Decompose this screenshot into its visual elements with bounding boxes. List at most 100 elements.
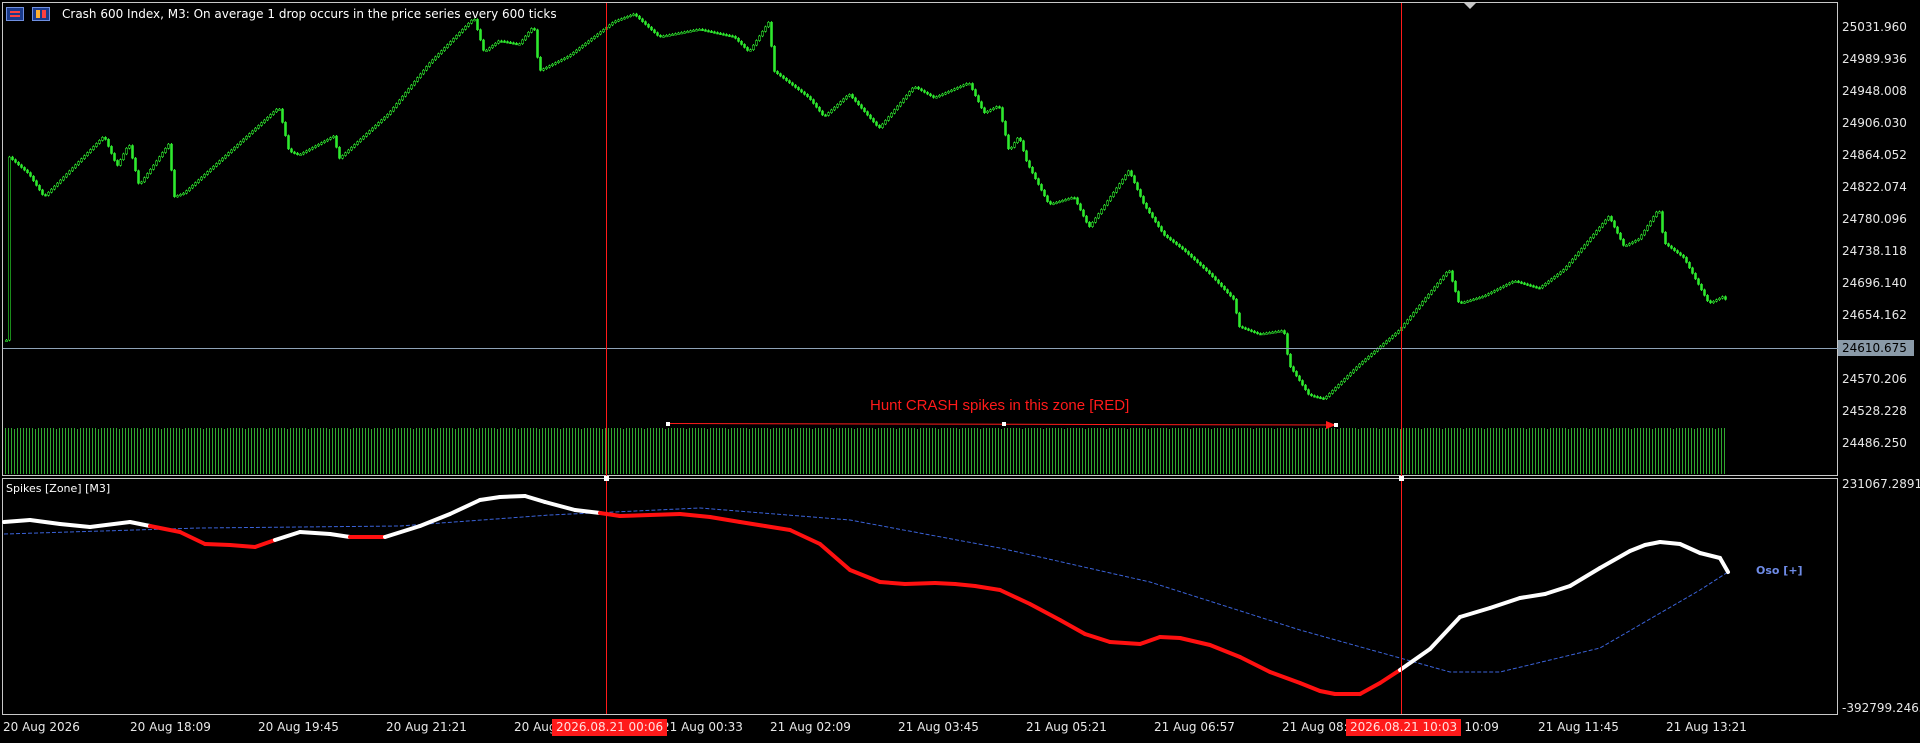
candle-body bbox=[338, 146, 341, 159]
candle-body bbox=[326, 139, 329, 142]
oscillator-legend: Oso [+] bbox=[1756, 564, 1803, 577]
trading-chart[interactable] bbox=[0, 0, 1920, 743]
candle-body bbox=[1583, 244, 1586, 249]
candle-body bbox=[860, 104, 863, 109]
candle-body bbox=[854, 97, 857, 102]
candle-body bbox=[236, 144, 239, 148]
candle-body bbox=[521, 39, 524, 45]
candle-body bbox=[677, 32, 680, 35]
candle-body bbox=[1676, 250, 1679, 254]
candle-body bbox=[239, 141, 242, 145]
candle-body bbox=[1466, 300, 1469, 303]
candle-body bbox=[851, 94, 854, 99]
candle-body bbox=[1535, 286, 1538, 289]
candle-body bbox=[1640, 234, 1643, 240]
candle-body bbox=[323, 140, 326, 143]
oscillator-segment bbox=[1658, 540, 1682, 546]
candle-body bbox=[1310, 393, 1313, 397]
candle-body bbox=[1277, 330, 1280, 333]
candle-body bbox=[869, 114, 872, 119]
candle-body bbox=[1601, 223, 1604, 228]
candle-body bbox=[1031, 166, 1034, 174]
candle-body bbox=[50, 188, 53, 193]
candle-body bbox=[671, 33, 674, 36]
candle-body bbox=[644, 21, 647, 25]
candle-body bbox=[1724, 296, 1727, 300]
candle-body bbox=[590, 38, 593, 42]
candle-body bbox=[1370, 353, 1373, 357]
candle-body bbox=[596, 33, 599, 37]
candle-body bbox=[1625, 244, 1628, 247]
chart-type-icon[interactable] bbox=[6, 7, 24, 21]
price-tick: 24654.162 bbox=[1842, 308, 1907, 322]
candle-body bbox=[518, 43, 521, 46]
price-tick: 24570.206 bbox=[1842, 372, 1907, 386]
candle-body bbox=[467, 22, 470, 27]
candle-body bbox=[587, 40, 590, 44]
candle-body bbox=[1142, 196, 1145, 204]
candle-body bbox=[548, 65, 551, 68]
candle-body bbox=[1013, 142, 1016, 148]
candle-body bbox=[1226, 289, 1229, 294]
candle-body bbox=[1544, 283, 1547, 286]
candle-body bbox=[1166, 235, 1169, 238]
candle-body bbox=[1520, 281, 1523, 284]
candle-body bbox=[1241, 326, 1244, 329]
candle-body bbox=[1532, 285, 1535, 288]
candle-body bbox=[848, 94, 851, 97]
candle-body bbox=[53, 185, 56, 190]
candle-body bbox=[1430, 290, 1433, 295]
candle-body bbox=[161, 152, 164, 158]
candle-body bbox=[1346, 375, 1349, 380]
candle-body bbox=[737, 37, 740, 42]
candle-body bbox=[740, 41, 743, 45]
candle-body bbox=[506, 41, 509, 44]
candle-body bbox=[1442, 275, 1445, 280]
candle-body bbox=[44, 194, 47, 197]
candle-body bbox=[56, 182, 59, 187]
candle-body bbox=[872, 118, 875, 123]
candle-body bbox=[1316, 396, 1319, 399]
candle-body bbox=[275, 108, 278, 113]
candle-body bbox=[32, 175, 35, 182]
candle-body bbox=[248, 133, 251, 137]
candle-body bbox=[929, 93, 932, 97]
candle-body bbox=[1292, 366, 1295, 372]
candle-body bbox=[704, 29, 707, 32]
candle-body bbox=[647, 24, 650, 28]
candle-body bbox=[1382, 343, 1385, 347]
candle-body bbox=[479, 29, 482, 41]
candle-body bbox=[128, 145, 131, 149]
candle-body bbox=[107, 139, 110, 147]
candle-body bbox=[1697, 278, 1700, 285]
candle-body bbox=[1679, 252, 1682, 256]
candle-body bbox=[1274, 331, 1277, 334]
candle-body bbox=[1118, 183, 1121, 189]
candle-body bbox=[1622, 238, 1625, 246]
candle-body bbox=[164, 148, 167, 153]
candle-body bbox=[992, 107, 995, 110]
candle-body bbox=[1061, 200, 1064, 203]
candle-body bbox=[842, 98, 845, 102]
indicator-list-icon[interactable] bbox=[32, 7, 50, 21]
candle-body bbox=[1505, 284, 1508, 287]
candle-body bbox=[533, 28, 536, 31]
candle-body bbox=[611, 22, 614, 26]
candle-body bbox=[887, 116, 890, 121]
candle-body bbox=[155, 160, 158, 166]
candle-body bbox=[509, 41, 512, 44]
candle-body bbox=[938, 95, 941, 98]
candle-body bbox=[1691, 267, 1694, 274]
candle-body bbox=[1211, 273, 1214, 278]
candle-body bbox=[1628, 243, 1631, 246]
candle-body bbox=[29, 172, 32, 177]
candle-body bbox=[563, 57, 566, 60]
candle-body bbox=[1268, 332, 1271, 335]
candle-body bbox=[515, 43, 518, 46]
candle-body bbox=[581, 45, 584, 49]
candle-body bbox=[1682, 254, 1685, 258]
candle-body bbox=[1496, 288, 1499, 291]
candle-body bbox=[1406, 319, 1409, 324]
time-tick: 21 Aug 03:45 bbox=[898, 720, 979, 734]
candle-body bbox=[1619, 232, 1622, 240]
